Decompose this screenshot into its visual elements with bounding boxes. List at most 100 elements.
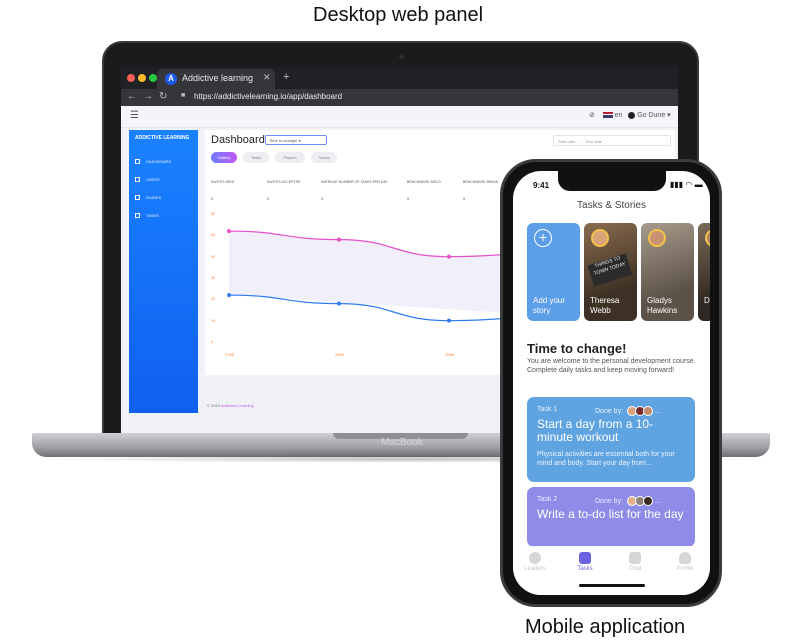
story-add[interactable]: + Add your story (527, 223, 580, 321)
stat-header: INVITES SENT (211, 180, 235, 184)
avatar (642, 496, 653, 506)
y-tick-label: 20 (211, 297, 215, 302)
minimize-window-button[interactable] (138, 74, 146, 82)
user-name[interactable]: Go Dune (637, 112, 665, 119)
avatar[interactable] (628, 111, 636, 119)
tab-close-icon[interactable]: ✕ (263, 72, 271, 83)
header-tools: ⊘ en Go Dune ▾ (589, 111, 671, 119)
task-description: Physical activities are essential both f… (537, 451, 675, 467)
phone-notch (558, 171, 666, 191)
home-indicator (579, 584, 645, 587)
data-point[interactable] (337, 237, 341, 242)
laptop-brand: MacBook (381, 437, 423, 448)
users-icon (135, 177, 140, 183)
page-title: Dashboard (211, 134, 265, 146)
story-card[interactable]: D R (698, 223, 710, 321)
browser-tabbar: A Addictive learning ✕ + (121, 67, 678, 89)
app-header: ☰ ⊘ en Go Dune ▾ (121, 106, 678, 128)
y-tick-label: 60 (211, 212, 215, 216)
data-point[interactable] (447, 318, 451, 323)
tab-tasks[interactable]: Tasks (243, 152, 269, 163)
task-card[interactable]: Task 2 Done by: ... Write a to-do list f… (527, 487, 695, 547)
y-tick-label: 30 (211, 276, 215, 280)
back-icon[interactable]: ← (127, 91, 137, 102)
data-point[interactable] (227, 229, 231, 234)
stat-header: INVITES ACCEPTED (267, 180, 301, 184)
y-tick-label: 50 (211, 233, 215, 238)
stat-value: 0 (463, 196, 466, 201)
tab-title: Addictive learning (182, 73, 254, 83)
sidebar: ADDICTIVE LEARNING DASHBOARD USERS GUIDE… (129, 130, 198, 413)
flag-icon[interactable] (602, 112, 613, 119)
task-title: Start a day from a 10-minute workout (537, 417, 654, 444)
status-time: 9:41 (533, 181, 550, 190)
time-select[interactable]: Time to change! ▾ (265, 135, 327, 145)
status-icons: ▮▮▮ ◠ ▬ (670, 180, 703, 189)
nav-chat[interactable]: Chat (615, 552, 655, 572)
laptop-camera (399, 54, 404, 59)
nav-tasks[interactable]: Tasks (565, 552, 605, 572)
date-start[interactable]: Start date (558, 139, 575, 144)
forward-icon[interactable]: → (143, 91, 153, 102)
x-tick-label: 28/08 (335, 353, 344, 357)
leaders-icon (529, 552, 541, 564)
task-card[interactable]: Task 1 Done by: ... Start a day from a 1… (527, 397, 695, 482)
chat-icon (629, 552, 641, 564)
section-title: Time to change! (527, 341, 627, 356)
y-tick-label: 10 (211, 318, 215, 323)
task-number: Task 1 (537, 406, 558, 413)
sidebar-item-users[interactable]: USERS (135, 177, 160, 183)
avatar (648, 229, 666, 247)
section-description: You are welcome to the personal developm… (527, 358, 696, 374)
story-card[interactable]: THINGS TO TOWN TODAY Theresa Webb (584, 223, 637, 321)
tasks-grid-icon (579, 552, 591, 564)
close-window-button[interactable] (127, 74, 135, 82)
done-by: Done by: ... (595, 406, 661, 416)
stat-value: 0 (407, 196, 410, 201)
nav-leaders[interactable]: Leaders (515, 552, 555, 572)
language-label[interactable]: en (615, 112, 623, 119)
guides-icon (135, 195, 140, 201)
phone-screen: 9:41 ▮▮▮ ◠ ▬ Tasks & Stories + Add your … (513, 171, 710, 595)
data-point[interactable] (337, 301, 341, 306)
lock-icon: ■ (181, 92, 186, 99)
address-bar: ← → ↻ ■ https://addictivelearning.io/app… (121, 89, 678, 106)
sidebar-item-guides[interactable]: GUIDES (135, 195, 161, 201)
y-tick-label: 0 (211, 340, 213, 344)
sidebar-item-dashboard[interactable]: DASHBOARD (135, 159, 171, 165)
tab-teams[interactable]: Teams (311, 152, 337, 163)
stat-header: BENCHMARK BOILD (407, 180, 441, 184)
x-tick-label: 27/08 (225, 353, 234, 357)
url-field[interactable]: https://addictivelearning.io/app/dashboa… (194, 92, 342, 101)
stat-value: 0 (321, 196, 324, 201)
settings-icon[interactable]: ⊘ (589, 112, 595, 119)
reload-icon[interactable]: ↻ (159, 91, 167, 102)
avatar (705, 229, 710, 247)
plus-icon: + (534, 229, 552, 247)
data-point[interactable] (227, 293, 231, 298)
stat-header: BENCHMARK BREAK (463, 180, 499, 184)
story-card[interactable]: Gladys Hawkins (641, 223, 694, 321)
screen-title: Tasks & Stories (577, 200, 646, 211)
tab-gallery[interactable]: Gallery (211, 152, 237, 163)
y-tick-label: 40 (211, 254, 215, 259)
browser-tab[interactable]: A Addictive learning ✕ (157, 69, 275, 89)
new-tab-icon[interactable]: + (283, 71, 289, 83)
sidebar-brand: ADDICTIVE LEARNING (135, 135, 190, 141)
nav-profile[interactable]: Profile (665, 552, 705, 572)
stat-header: AVERAGE NUMBER OF TASKS PER DAY (321, 180, 388, 184)
done-by: Done by: ... (595, 496, 661, 506)
bottom-nav: Leaders Tasks Chat Profile (513, 546, 710, 595)
date-end[interactable]: End date (586, 139, 602, 144)
zoom-window-button[interactable] (149, 74, 157, 82)
sidebar-item-tasks[interactable]: TASKS (135, 213, 159, 219)
footer: © 2020 Addictive Learning (207, 403, 254, 408)
stat-value: 0 (211, 196, 214, 201)
avatar (642, 406, 653, 416)
data-point[interactable] (447, 254, 451, 259)
menu-icon[interactable]: ☰ (130, 110, 139, 121)
date-range-picker[interactable]: Start date → End date (553, 135, 671, 146)
avatar (591, 229, 609, 247)
stat-value: 0 (267, 196, 270, 201)
tab-players[interactable]: Players (275, 152, 305, 163)
